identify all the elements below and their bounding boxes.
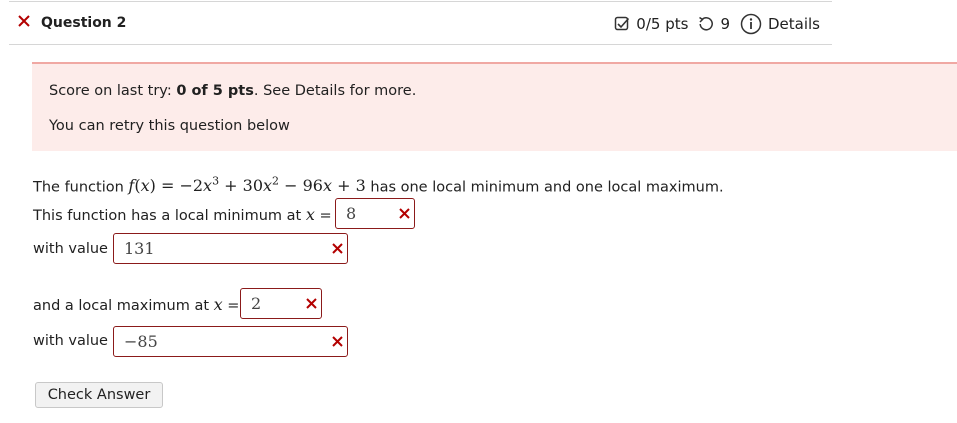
min-value-value: 131 — [124, 239, 155, 258]
max-x-value: 2 — [251, 294, 262, 313]
question-header: Question 2 0/5 pts 9 Details — [9, 2, 832, 45]
max-value-input[interactable]: −85 — [113, 326, 348, 357]
info-icon[interactable] — [740, 13, 762, 35]
checkbox-icon — [615, 16, 630, 31]
score-alert: Score on last try: 0 of 5 pts. See Detai… — [32, 62, 957, 151]
max-x-equals: = — [227, 298, 240, 314]
max-x-input[interactable]: 2 — [240, 288, 322, 319]
problem-intro: The function f(x) = −2x3 + 30x2 − 96x + … — [33, 175, 724, 195]
min-value-input[interactable]: 131 — [113, 233, 348, 264]
incorrect-icon — [306, 298, 317, 309]
details-link[interactable]: Details — [768, 15, 820, 33]
min-label-line: This function has a local minimum at x = — [33, 205, 332, 224]
question-title: Question 2 — [41, 15, 127, 31]
alert-score-prefix: Score on last try: — [49, 83, 177, 99]
alert-retry-line: You can retry this question below — [49, 118, 290, 134]
min-x-equals: = — [319, 208, 332, 224]
max-x-var: x — [213, 295, 223, 314]
max-label-line: and a local maximum at x = — [33, 295, 239, 314]
retry-icon — [699, 16, 714, 31]
max-value-label: with value — [33, 333, 108, 349]
question-meta: 0/5 pts 9 Details — [614, 10, 820, 38]
alert-score-line: Score on last try: 0 of 5 pts. See Detai… — [49, 83, 416, 99]
function-expression: f(x) = −2x3 + 30x2 − 96x + 3 — [128, 175, 366, 196]
min-x-input[interactable]: 8 — [335, 198, 415, 229]
alert-score-bold: 0 of 5 pts — [176, 83, 254, 99]
max-value-value: −85 — [124, 332, 158, 351]
intro-suffix: has one local minimum and one local maxi… — [365, 179, 724, 196]
min-x-var: x — [305, 205, 315, 224]
min-x-value: 8 — [346, 204, 357, 223]
retries-count: 9 — [720, 15, 730, 33]
max-label: and a local maximum at — [33, 298, 210, 314]
check-answer-button[interactable]: Check Answer — [35, 382, 163, 408]
min-label: This function has a local minimum at — [33, 208, 302, 224]
incorrect-icon — [399, 208, 410, 219]
intro-prefix: The function — [33, 179, 129, 196]
incorrect-icon — [332, 336, 343, 347]
x-icon — [18, 15, 30, 27]
alert-score-suffix: . See Details for more. — [253, 83, 417, 99]
min-value-label: with value — [33, 241, 108, 257]
score-text: 0/5 pts — [636, 15, 689, 33]
incorrect-icon — [332, 243, 343, 254]
